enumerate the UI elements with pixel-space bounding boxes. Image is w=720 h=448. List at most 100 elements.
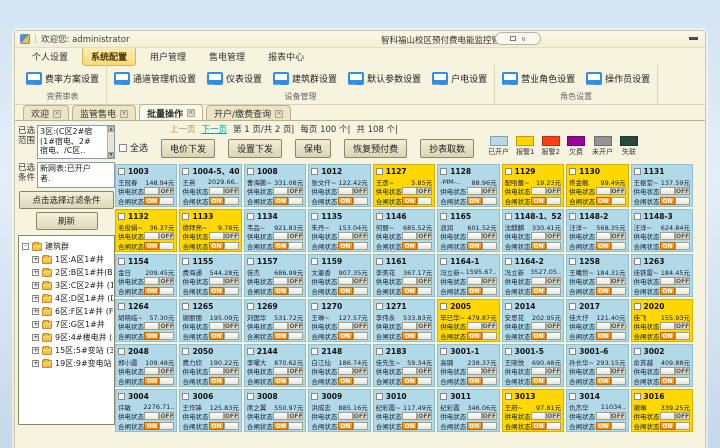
tree-item[interactable]: +3区:C区2#井 (1#宿 [22, 280, 113, 291]
off-state[interactable]: OFF [611, 232, 626, 240]
toggle-segment[interactable] [596, 187, 611, 195]
meter-card[interactable]: 2014安思花202.95元供电状态OFF合闸状态ON [502, 299, 564, 342]
toolbar-button-4[interactable]: 恢复预付费 [344, 139, 407, 158]
off-state[interactable]: OFF [353, 322, 368, 330]
off-state[interactable]: OFF [288, 232, 303, 240]
toggle-segment[interactable] [338, 187, 353, 195]
toolbar-button-5[interactable]: 抄表取数 [420, 139, 474, 158]
meter-card[interactable]: 3009洪成忠885.16元供电状态OFF合闸状态ON [308, 389, 370, 432]
meter-card[interactable]: 1134韦品~921.83元供电状态OFF合闸状态ON [244, 209, 306, 252]
toggle-segment[interactable] [209, 232, 224, 240]
toggle-segment[interactable] [273, 412, 288, 420]
off-state[interactable]: OFF [288, 187, 303, 195]
off-state[interactable]: OFF [288, 322, 303, 330]
switch-toggle[interactable]: ON [596, 422, 626, 430]
toggle-segment[interactable] [611, 422, 626, 430]
expand-icon[interactable]: + [32, 334, 39, 341]
meter-card[interactable]: 1159文墨香907.35元供电状态OFF合闸状态ON [308, 254, 370, 297]
toggle-segment[interactable] [288, 197, 303, 205]
card-checkbox[interactable] [182, 168, 189, 175]
toggle-segment[interactable] [338, 232, 353, 240]
off-state[interactable]: OFF [159, 187, 174, 195]
off-state[interactable]: OFF [417, 367, 432, 375]
off-state[interactable]: OFF [288, 277, 303, 285]
supply-toggle[interactable]: OFF [467, 187, 497, 195]
on-state[interactable]: ON [209, 197, 224, 205]
off-state[interactable]: OFF [611, 277, 626, 285]
tree-root[interactable]: -建筑群 [22, 241, 113, 252]
card-checkbox[interactable] [569, 303, 576, 310]
on-state[interactable]: ON [467, 197, 482, 205]
toggle-segment[interactable] [273, 187, 288, 195]
card-checkbox[interactable] [182, 258, 189, 265]
meter-card[interactable]: 1258王曦哲~184.31元供电状态OFF合闸状态ON [566, 254, 628, 297]
switch-toggle[interactable]: ON [531, 332, 561, 340]
switch-toggle[interactable]: ON [338, 422, 368, 430]
menu-item-1[interactable]: 个人设置 [23, 47, 77, 66]
meter-card[interactable]: 2048郑小霞109.48元供电状态OFF合闸状态ON [115, 344, 177, 387]
toggle-segment[interactable] [402, 412, 417, 420]
toggle-segment[interactable] [159, 332, 174, 340]
switch-toggle[interactable]: ON [144, 242, 174, 250]
toggle-segment[interactable] [224, 197, 239, 205]
toggle-segment[interactable] [224, 422, 239, 430]
toggle-segment[interactable] [467, 367, 482, 375]
meter-card[interactable]: 1012张文仟~122.42元供电状态OFF合闸状态ON [308, 164, 370, 207]
meter-card[interactable]: 1129配哈蕾~19.23元供电状态OFF合闸状态ON [502, 164, 564, 207]
expand-icon[interactable]: + [32, 269, 39, 276]
toggle-segment[interactable] [209, 412, 224, 420]
on-state[interactable]: ON [144, 197, 159, 205]
toggle-segment[interactable] [467, 187, 482, 195]
ribbon-button[interactable]: 通道管理机设置 [112, 70, 198, 87]
switch-toggle[interactable]: ON [273, 422, 303, 430]
tree-item[interactable]: +7区:G区1#井 [22, 319, 113, 330]
toggle-segment[interactable] [675, 377, 690, 385]
on-state[interactable]: ON [660, 377, 675, 385]
supply-toggle[interactable]: OFF [596, 232, 626, 240]
supply-toggle[interactable]: OFF [338, 277, 368, 285]
off-state[interactable]: OFF [159, 232, 174, 240]
off-state[interactable]: OFF [611, 412, 626, 420]
toggle-segment[interactable] [675, 242, 690, 250]
toggle-segment[interactable] [224, 332, 239, 340]
toggle-segment[interactable] [546, 332, 561, 340]
meter-card[interactable]: 3001-6孙长华~293.15元供电状态OFF合闸状态ON [566, 344, 628, 387]
switch-toggle[interactable]: ON [209, 197, 239, 205]
card-checkbox[interactable] [311, 168, 318, 175]
ribbon-button[interactable]: 操作员设置 [584, 70, 652, 87]
card-checkbox[interactable] [247, 348, 254, 355]
toggle-segment[interactable] [482, 242, 497, 250]
supply-toggle[interactable]: OFF [209, 277, 239, 285]
toggle-segment[interactable] [402, 277, 417, 285]
next-page-link[interactable]: 下一页 [202, 123, 228, 135]
off-state[interactable]: OFF [159, 412, 174, 420]
toggle-segment[interactable] [144, 232, 159, 240]
meter-card[interactable]: 3001-5王晓悦690.48元供电状态OFF合闸状态ON [502, 344, 564, 387]
supply-toggle[interactable]: OFF [209, 232, 239, 240]
supply-toggle[interactable]: OFF [144, 232, 174, 240]
minimize-button[interactable] [689, 37, 698, 40]
toggle-segment[interactable] [675, 197, 690, 205]
card-checkbox[interactable] [440, 393, 447, 400]
supply-toggle[interactable]: OFF [596, 187, 626, 195]
on-state[interactable]: ON [467, 332, 482, 340]
tree-item[interactable]: +9区:4#楼电井 (4#楼 [22, 332, 113, 343]
toggle-segment[interactable] [288, 422, 303, 430]
ribbon-button[interactable]: 建筑群设置 [271, 70, 339, 87]
meter-card[interactable]: 1148-1、522沈麒麟330.41元供电状态OFF合闸状态ON [502, 209, 564, 252]
supply-toggle[interactable]: OFF [660, 277, 690, 285]
off-state[interactable]: OFF [353, 277, 368, 285]
meter-card[interactable]: 1127王彦~5.85元供电状态OFF合闸状态ON [373, 164, 435, 207]
switch-toggle[interactable]: ON [402, 287, 432, 295]
meter-card[interactable]: 1165浪润601.52元供电状态OFF合闸状态ON [437, 209, 499, 252]
toggle-segment[interactable] [273, 322, 288, 330]
off-state[interactable]: OFF [224, 232, 239, 240]
meter-card[interactable]: 2020佳飞155.93元供电状态OFF合闸状态ON [631, 299, 693, 342]
off-state[interactable]: OFF [675, 187, 690, 195]
meter-card[interactable]: 3002俞苏越409.88元供电状态OFF合闸状态ON [631, 344, 693, 387]
listbox-scrollbar[interactable]: ▲ ▼ [107, 126, 114, 158]
off-state[interactable]: OFF [159, 322, 174, 330]
tree-item[interactable]: +4区:D区1#井 (D区1 [22, 293, 113, 304]
off-state[interactable]: OFF [417, 277, 432, 285]
meter-card[interactable]: 1003王冠春148.94元供电状态OFF合闸状态ON [115, 164, 177, 207]
